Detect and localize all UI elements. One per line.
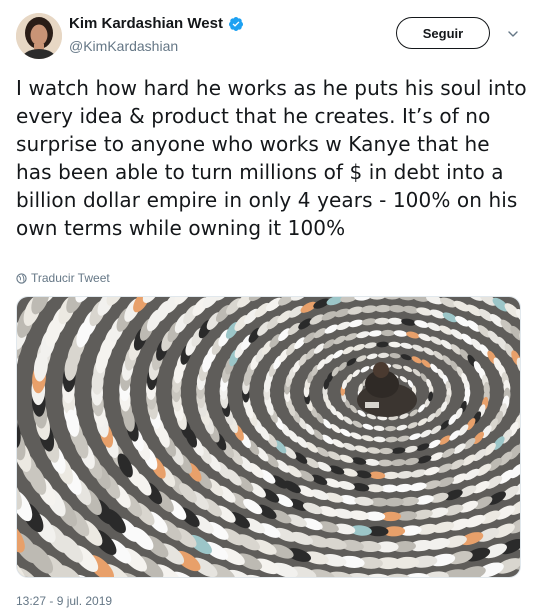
chevron-down-icon[interactable]	[507, 27, 519, 39]
user-handle[interactable]: @KimKardashian	[69, 38, 178, 54]
tweet-text: I watch how hard he works as he puts his…	[16, 76, 527, 240]
translate-label: Traducir Tweet	[31, 271, 110, 285]
avatar[interactable]	[16, 13, 62, 59]
verified-badge-icon	[228, 16, 244, 32]
globe-icon	[16, 272, 27, 284]
tweet-timestamp[interactable]: 13:27 - 9 jul. 2019	[16, 594, 112, 608]
shoe	[476, 577, 508, 578]
name-row: Kim Kardashian West	[69, 15, 244, 32]
translate-tweet-link[interactable]: Traducir Tweet	[16, 271, 110, 285]
follow-button[interactable]: Seguir	[396, 17, 490, 49]
shoes-photo-image	[17, 297, 520, 578]
avatar-image	[16, 13, 62, 59]
display-name[interactable]: Kim Kardashian West	[69, 15, 223, 32]
tweet-photo[interactable]	[16, 296, 521, 578]
